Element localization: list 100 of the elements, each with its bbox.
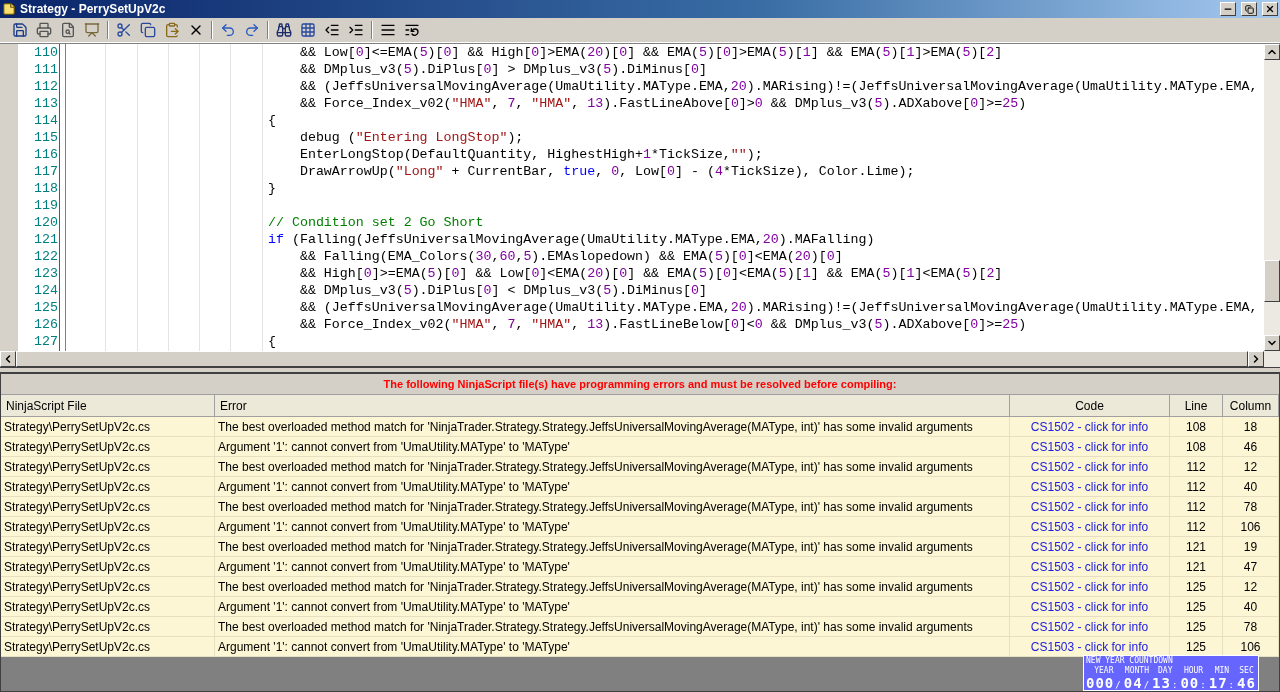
countdown-separator: : [1228, 680, 1235, 690]
table-cell: Strategy\PerrySetUpV2c.cs [1, 457, 215, 477]
table-cell: 112 [1170, 497, 1223, 517]
window-title: Strategy - PerrySetUpV2c [20, 2, 167, 16]
info-link[interactable]: CS1502 - click for info [1010, 457, 1170, 477]
table-cell: Argument '1': cannot convert from 'UmaUtility.MAType' to 'MAType' [215, 597, 1010, 617]
code-line: DrawArrowUp("Long" + CurrentBar, true, 0, Low[0] - (4*TickSize), Color.Lime); [298, 164, 915, 179]
line-number: 123 [33, 266, 58, 281]
code-line: { [268, 113, 276, 128]
info-link[interactable]: CS1503 - click for info [1010, 557, 1170, 577]
info-link[interactable]: CS1502 - click for info [1010, 577, 1170, 597]
table-cell: Argument '1': cannot convert from 'UmaUtility.MAType' to 'MAType' [215, 637, 1010, 657]
line-number: 113 [33, 96, 58, 111]
line-number: 126 [33, 317, 58, 332]
table-cell: 46 [1223, 437, 1279, 457]
line-number: 121 [33, 232, 58, 247]
info-link[interactable]: CS1503 - click for info [1010, 597, 1170, 617]
restore-button[interactable] [1241, 2, 1257, 16]
countdown-value: 04 [1123, 676, 1143, 690]
countdown-label: HOUR [1183, 666, 1204, 676]
countdown-label: YEAR [1094, 666, 1114, 676]
column-header[interactable]: Line [1170, 395, 1223, 417]
info-link[interactable]: CS1503 - click for info [1010, 517, 1170, 537]
table-cell: Strategy\PerrySetUpV2c.cs [1, 537, 215, 557]
table-cell: 106 [1223, 637, 1279, 657]
table-cell: Argument '1': cannot convert from 'UmaUtility.MAType' to 'MAType' [215, 437, 1010, 457]
code-line: && DMplus_v3(5).DiPlus[0] > DMplus_v3(5).DiMinus[0] [298, 62, 707, 77]
table-cell: 125 [1170, 597, 1223, 617]
info-link[interactable]: CS1502 - click for info [1010, 497, 1170, 517]
table-cell: 121 [1170, 537, 1223, 557]
table-cell: 112 [1170, 517, 1223, 537]
countdown-separator: / [1143, 680, 1150, 690]
table-cell: The best overloaded method match for 'NinjaTrader.Strategy.Strategy.JeffsUniversalMovingAverage(MAType, int)' has some invalid arguments [215, 417, 1010, 437]
code-line: } [268, 181, 276, 196]
table-cell: Strategy\PerrySetUpV2c.cs [1, 597, 215, 617]
line-number: 115 [33, 130, 58, 145]
column-header[interactable]: Error [215, 395, 1010, 417]
table-cell: 47 [1223, 557, 1279, 577]
line-number: 114 [33, 113, 58, 128]
table-cell: 78 [1223, 617, 1279, 637]
countdown-value: 13 [1152, 676, 1171, 690]
info-link[interactable]: CS1503 - click for info [1010, 637, 1170, 657]
note-icon [2, 2, 16, 16]
line-number: 112 [33, 79, 58, 94]
scroll-thumb[interactable] [1264, 260, 1280, 302]
line-number: 122 [33, 249, 58, 264]
table-cell: 40 [1223, 597, 1279, 617]
table-cell: The best overloaded method match for 'NinjaTrader.Strategy.Strategy.JeffsUniversalMovingAverage(MAType, int)' has some invalid arguments [215, 617, 1010, 637]
table-cell: 125 [1170, 637, 1223, 657]
info-link[interactable]: CS1503 - click for info [1010, 437, 1170, 457]
column-header[interactable]: Column [1223, 395, 1279, 417]
info-link[interactable]: CS1503 - click for info [1010, 477, 1170, 497]
table-cell: Strategy\PerrySetUpV2c.cs [1, 437, 215, 457]
line-number: 117 [33, 164, 58, 179]
minimize-button[interactable] [1220, 2, 1236, 16]
table-cell: 78 [1223, 497, 1279, 517]
table-cell: The best overloaded method match for 'NinjaTrader.Strategy.Strategy.JeffsUniversalMovingAverage(MAType, int)' has some invalid arguments [215, 457, 1010, 477]
table-cell: The best overloaded method match for 'NinjaTrader.Strategy.Strategy.JeffsUniversalMovingAverage(MAType, int)' has some invalid arguments [215, 577, 1010, 597]
code-line: && Force_Index_v02("HMA", 7, "HMA", 13).FastLineBelow[0]<0 && DMplus_v3(5).ADXabove[0]>=25) [298, 317, 1027, 332]
countdown-separator: / [1115, 680, 1121, 690]
close-button[interactable] [1262, 2, 1278, 16]
table-cell: Argument '1': cannot convert from 'UmaUtility.MAType' to 'MAType' [215, 477, 1010, 497]
error-message: The following NinjaScript file(s) have programming errors and must be resolved before compiling: [1, 374, 1279, 395]
line-number: 124 [33, 283, 58, 298]
table-cell: The best overloaded method match for 'NinjaTrader.Strategy.Strategy.JeffsUniversalMovingAverage(MAType, int)' has some invalid arguments [215, 497, 1010, 517]
table-cell: 12 [1223, 577, 1279, 597]
countdown-value: 17 [1208, 676, 1228, 690]
line-number: 110 [33, 45, 58, 60]
countdown-label: DAY [1158, 666, 1173, 676]
column-header[interactable]: Code [1010, 395, 1170, 417]
table-cell: 125 [1170, 617, 1223, 637]
countdown-separator: : [1171, 680, 1178, 690]
table-cell: 18 [1223, 417, 1279, 437]
vertical-scrollbar[interactable] [1264, 44, 1280, 351]
code-line: if (Falling(JeffsUniversalMovingAverage(UmaUtility.MAType.EMA,20).MAFalling) [268, 232, 875, 247]
line-number: 116 [33, 147, 58, 162]
table-cell: Strategy\PerrySetUpV2c.cs [1, 417, 215, 437]
countdown-label: SEC [1239, 666, 1254, 676]
table-cell: Argument '1': cannot convert from 'UmaUtility.MAType' to 'MAType' [215, 517, 1010, 537]
line-number: 120 [33, 215, 58, 230]
splitter[interactable] [0, 367, 1280, 373]
countdown-label: MIN [1214, 666, 1230, 676]
countdown-label: MONTH [1124, 666, 1149, 676]
table-cell: Strategy\PerrySetUpV2c.cs [1, 557, 215, 577]
line-number: 118 [33, 181, 58, 196]
code-line: && Force_Index_v02("HMA", 7, "HMA", 13).FastLineAbove[0]>0 && DMplus_v3(5).ADXabove[0]>=25) [298, 96, 1027, 111]
info-link[interactable]: CS1502 - click for info [1010, 417, 1170, 437]
info-link[interactable]: CS1502 - click for info [1010, 537, 1170, 557]
code-line: { [268, 334, 276, 349]
column-header[interactable]: NinjaScript File [1, 395, 215, 417]
table-cell: The best overloaded method match for 'NinjaTrader.Strategy.Strategy.JeffsUniversalMovingAverage(MAType, int)' has some invalid arguments [215, 537, 1010, 557]
code-line: && Low[0]<=EMA(5)[0] && High[0]>EMA(20)[0] && EMA(5)[0]>EMA(5)[1] && EMA(5)[1]>EMA(5)[2] [298, 45, 1003, 60]
table-cell: 106 [1223, 517, 1279, 537]
table-cell: 112 [1170, 457, 1223, 477]
info-link[interactable]: CS1502 - click for info [1010, 617, 1170, 637]
countdown-value: 46 [1237, 676, 1256, 690]
countdown-separator: : [1200, 680, 1206, 690]
table-cell: Strategy\PerrySetUpV2c.cs [1, 637, 215, 657]
code-line: EnterLongStop(DefaultQuantity, HighestHigh+1*TickSize,""); [298, 147, 763, 162]
code-line: && Falling(EMA_Colors(30,60,5).EMAslopedown) && EMA(5)[0]<EMA(20)[0] [298, 249, 843, 264]
